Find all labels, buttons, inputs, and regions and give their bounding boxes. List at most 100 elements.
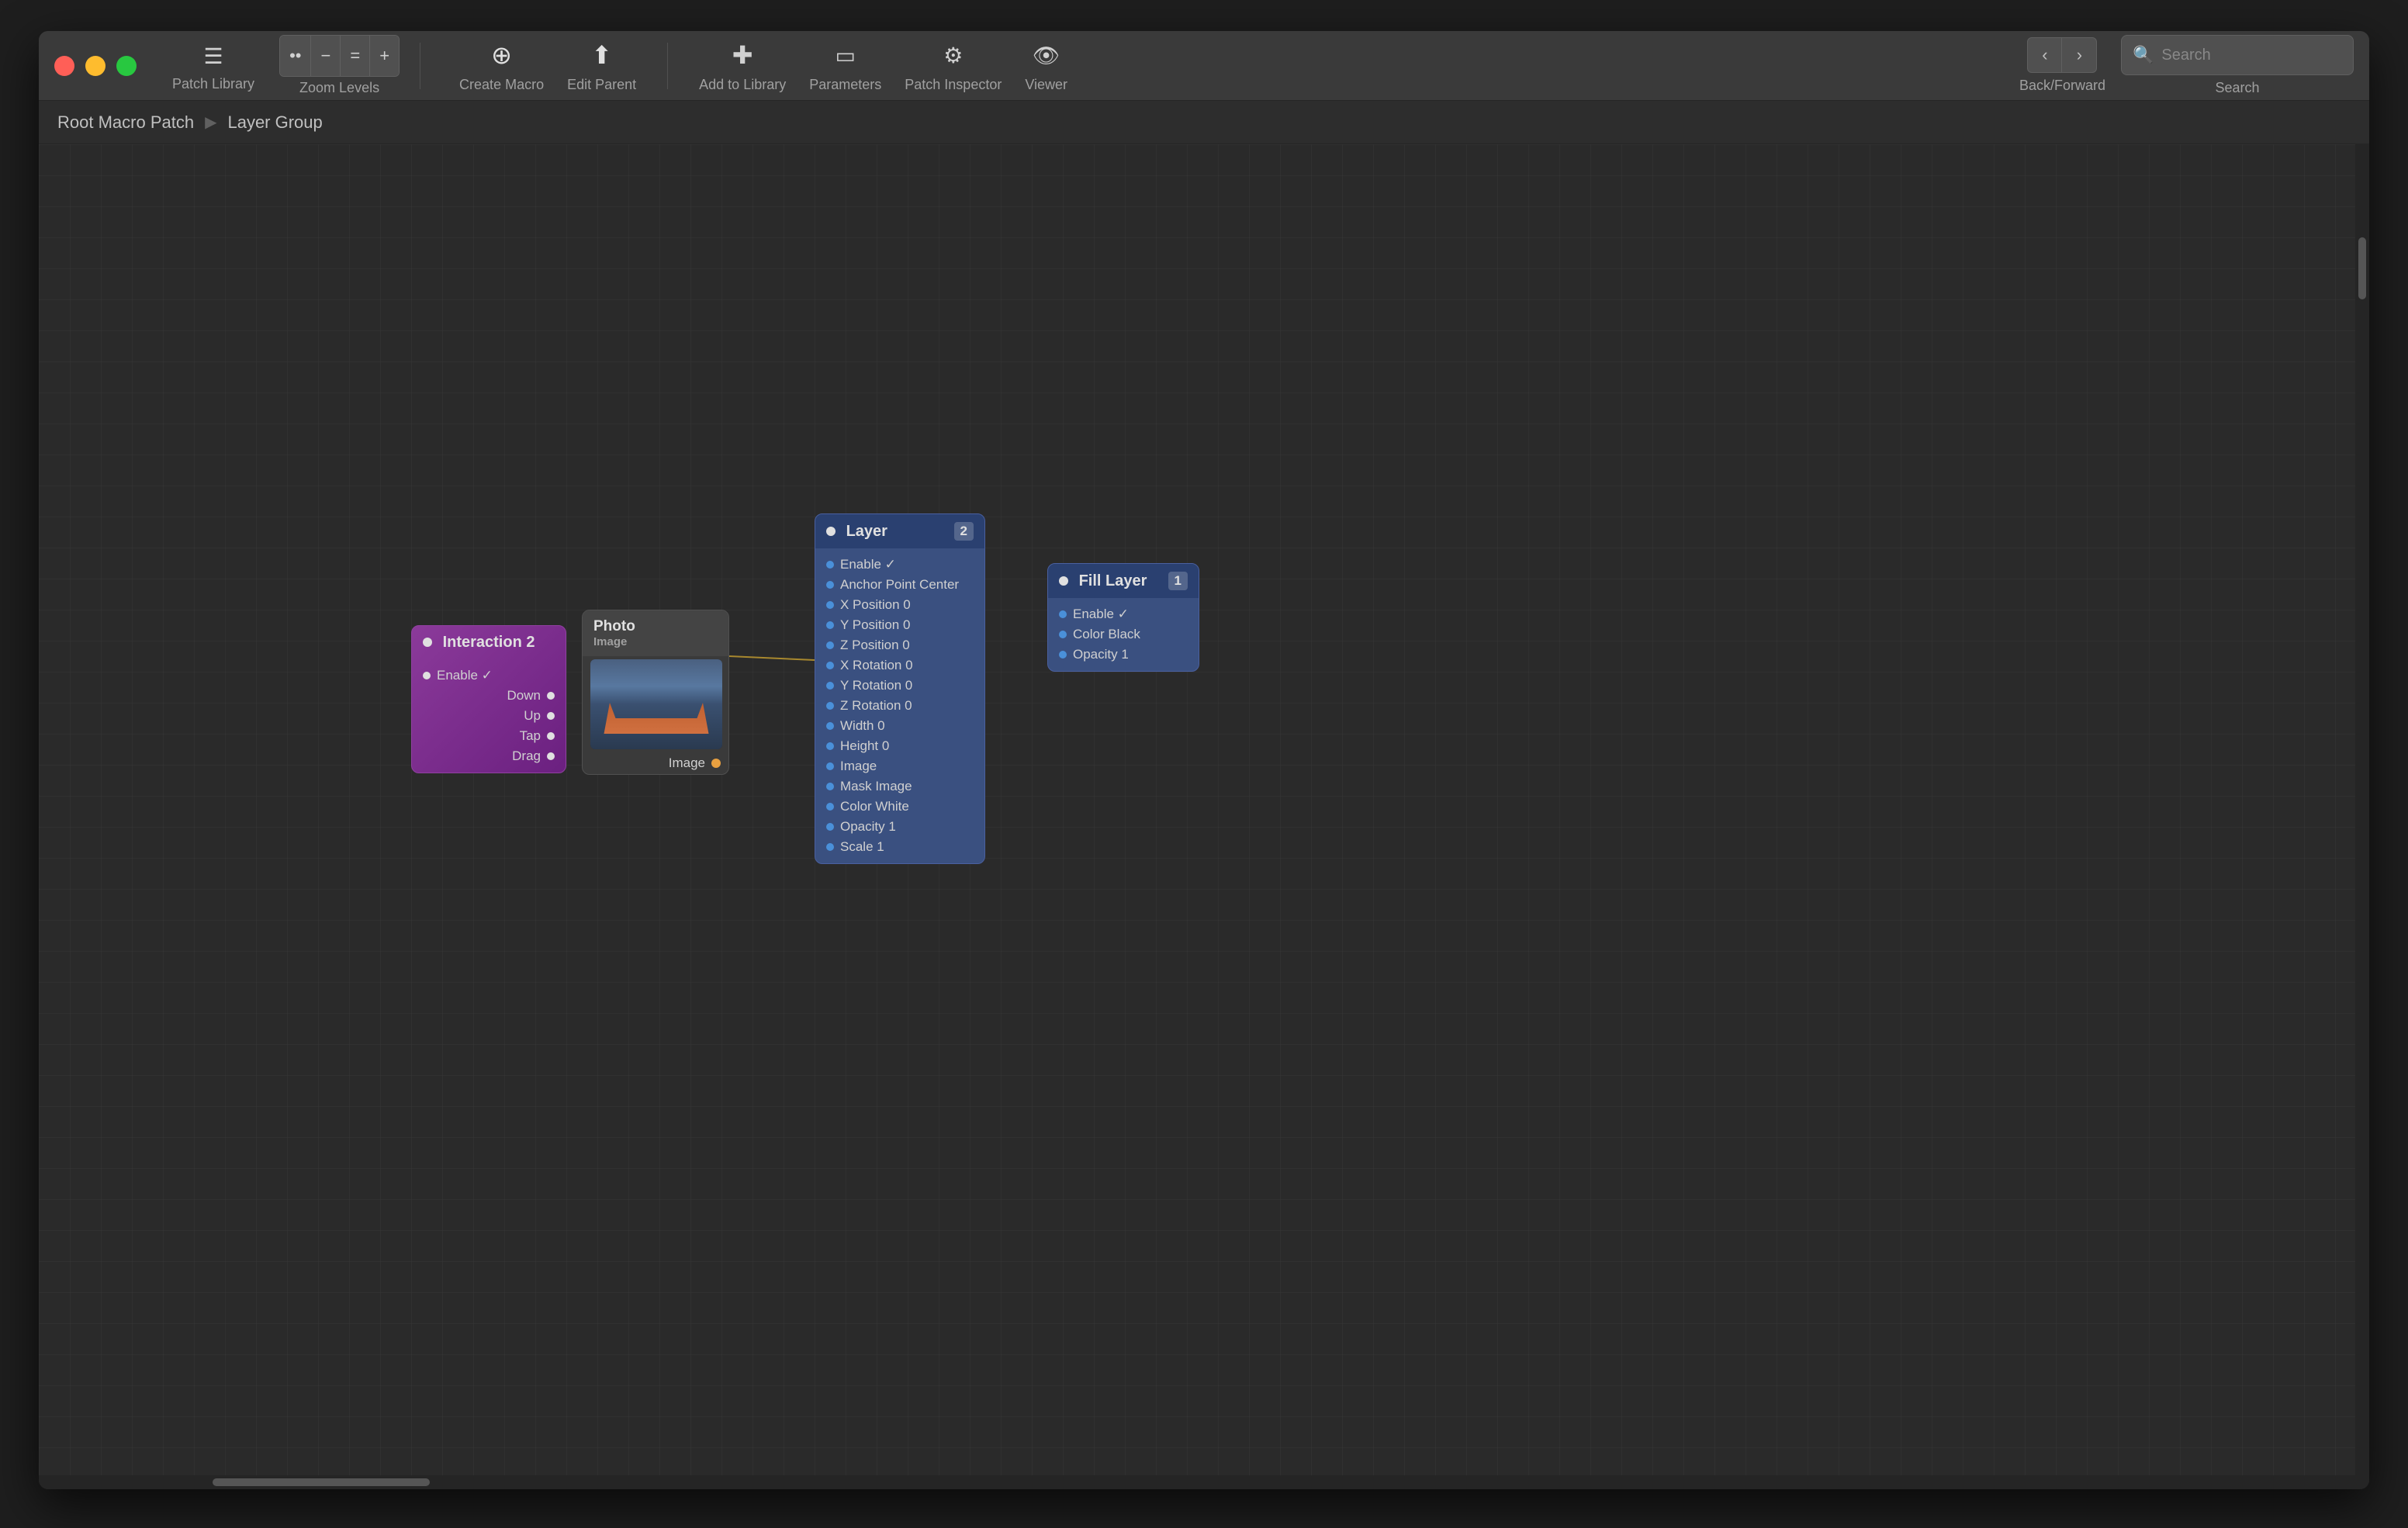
zoom-double-dot-button[interactable]: ••	[280, 36, 311, 76]
interaction-node[interactable]: Interaction 2 Enable ✓ Down Up Tap	[411, 625, 566, 773]
layer-node-header: Layer 2	[815, 514, 984, 548]
dot-icon	[826, 621, 834, 629]
scrollbar-thumb-h[interactable]	[213, 1478, 430, 1486]
patch-inspector-label: Patch Inspector	[905, 77, 1002, 93]
fill-layer-badge: 1	[1168, 572, 1188, 590]
dot-icon	[547, 732, 555, 740]
back-forward-button[interactable]: ‹ › Back/Forward	[2019, 37, 2105, 94]
row-label: Down	[507, 688, 541, 704]
dot-icon	[826, 561, 834, 569]
add-to-library-label: Add to Library	[699, 77, 786, 93]
photo-node-subtitle: Image	[593, 635, 635, 648]
close-button[interactable]	[54, 56, 74, 76]
breadcrumb: Root Macro Patch ▶ Layer Group	[39, 101, 2369, 144]
node-row: Scale 1	[815, 837, 984, 857]
horizontal-scrollbar[interactable]	[39, 1475, 2369, 1489]
dot-icon	[547, 712, 555, 720]
layer-badge: 2	[954, 522, 974, 541]
patch-library-button[interactable]: ☰ Patch Library	[172, 39, 254, 92]
row-label: Anchor Point Center	[840, 577, 959, 593]
titlebar: ☰ Patch Library •• − = + Zoom Levels ⊕ C…	[39, 31, 2369, 101]
node-row: Opacity 1	[1048, 645, 1199, 665]
zoom-plus-button[interactable]: +	[370, 36, 399, 76]
back-forward-label: Back/Forward	[2019, 78, 2105, 94]
viewer-label: Viewer	[1025, 77, 1067, 93]
fill-layer-dot	[1059, 576, 1068, 586]
fill-layer-node[interactable]: Fill Layer 1 Enable ✓ Color Black Opacit…	[1047, 563, 1199, 672]
dot-icon	[711, 759, 721, 768]
dot-icon	[826, 722, 834, 730]
layer-node-title: Layer	[846, 523, 887, 540]
node-row: Color White	[815, 797, 984, 817]
minimize-button[interactable]	[85, 56, 106, 76]
separator-2	[667, 43, 668, 89]
photo-preview	[590, 659, 722, 749]
forward-arrow[interactable]: ›	[2062, 38, 2096, 72]
interaction-node-title: Interaction 2	[443, 634, 535, 651]
scrollbar-thumb-v[interactable]	[2358, 237, 2366, 299]
row-label: X Rotation 0	[840, 658, 913, 673]
breadcrumb-child[interactable]: Layer Group	[227, 112, 322, 133]
patch-library-icon: ☰	[196, 39, 230, 73]
node-row: Up	[412, 706, 566, 726]
dot-icon	[826, 581, 834, 589]
main-window: ☰ Patch Library •• − = + Zoom Levels ⊕ C…	[39, 31, 2369, 1489]
row-label: Image	[669, 755, 705, 771]
edit-parent-label: Edit Parent	[567, 77, 636, 93]
interaction-node-header: Interaction 2	[412, 626, 566, 659]
patch-inspector-button[interactable]: ⚙ Patch Inspector	[905, 38, 1002, 93]
parameters-label: Parameters	[809, 77, 881, 93]
node-row: Y Rotation 0	[815, 676, 984, 696]
dot-icon	[1059, 651, 1067, 659]
toolbar-right: ‹ › Back/Forward 🔍 Search Search	[2019, 35, 2354, 96]
canvas-area[interactable]: Interaction 2 Enable ✓ Down Up Tap	[39, 144, 2369, 1489]
dot-icon	[826, 783, 834, 790]
layer-node[interactable]: Layer 2 Enable ✓ Anchor Point Center X P…	[815, 513, 985, 864]
dot-icon	[1059, 610, 1067, 618]
zoom-equal-button[interactable]: =	[341, 36, 370, 76]
zoom-levels-label: Zoom Levels	[299, 80, 379, 96]
vertical-scrollbar[interactable]	[2355, 144, 2369, 1489]
patch-inspector-icon: ⚙	[936, 38, 970, 72]
node-row: Anchor Point Center	[815, 575, 984, 595]
search-section: 🔍 Search Search	[2121, 35, 2354, 96]
row-label: Y Position 0	[840, 617, 910, 633]
node-row: Enable ✓	[815, 555, 984, 575]
row-label: Z Position 0	[840, 638, 910, 653]
row-label: Enable ✓	[1073, 607, 1129, 622]
patch-library-label: Patch Library	[172, 76, 254, 92]
node-row: Enable ✓	[412, 665, 566, 686]
row-label: Enable ✓	[840, 557, 896, 572]
add-to-library-icon: ✚	[725, 38, 759, 72]
viewer-button[interactable]: 👁 Viewer	[1025, 38, 1067, 93]
nav-arrows[interactable]: ‹ ›	[2027, 37, 2097, 73]
row-label: Opacity 1	[1073, 647, 1129, 662]
golden-gate-image	[590, 659, 722, 749]
edit-parent-button[interactable]: ⬆ Edit Parent	[567, 38, 636, 93]
row-label: X Position 0	[840, 597, 911, 613]
parameters-button[interactable]: ▭ Parameters	[809, 38, 881, 93]
photo-node[interactable]: Photo Image Image	[582, 610, 729, 775]
dot-icon	[826, 762, 834, 770]
dot-icon	[826, 682, 834, 690]
zoom-minus-button[interactable]: −	[311, 36, 341, 76]
row-label: Z Rotation 0	[840, 698, 912, 714]
node-row: Tap	[412, 726, 566, 746]
edit-parent-icon: ⬆	[585, 38, 619, 72]
maximize-button[interactable]	[116, 56, 137, 76]
zoom-controls[interactable]: •• − = +	[279, 35, 400, 77]
row-label: Opacity 1	[840, 819, 896, 835]
create-macro-button[interactable]: ⊕ Create Macro	[459, 38, 544, 93]
back-arrow[interactable]: ‹	[2028, 38, 2062, 72]
search-input[interactable]: 🔍 Search	[2121, 35, 2354, 75]
fill-layer-node-title: Fill Layer	[1079, 572, 1147, 589]
traffic-lights	[54, 56, 137, 76]
node-row: Color Black	[1048, 624, 1199, 645]
row-label: Enable ✓	[437, 668, 493, 683]
add-to-library-button[interactable]: ✚ Add to Library	[699, 38, 786, 93]
breadcrumb-arrow: ▶	[205, 112, 216, 132]
photo-node-title: Photo	[593, 618, 635, 635]
row-label: Mask Image	[840, 779, 912, 794]
breadcrumb-root[interactable]: Root Macro Patch	[57, 112, 194, 133]
fill-layer-node-header: Fill Layer 1	[1048, 564, 1199, 598]
